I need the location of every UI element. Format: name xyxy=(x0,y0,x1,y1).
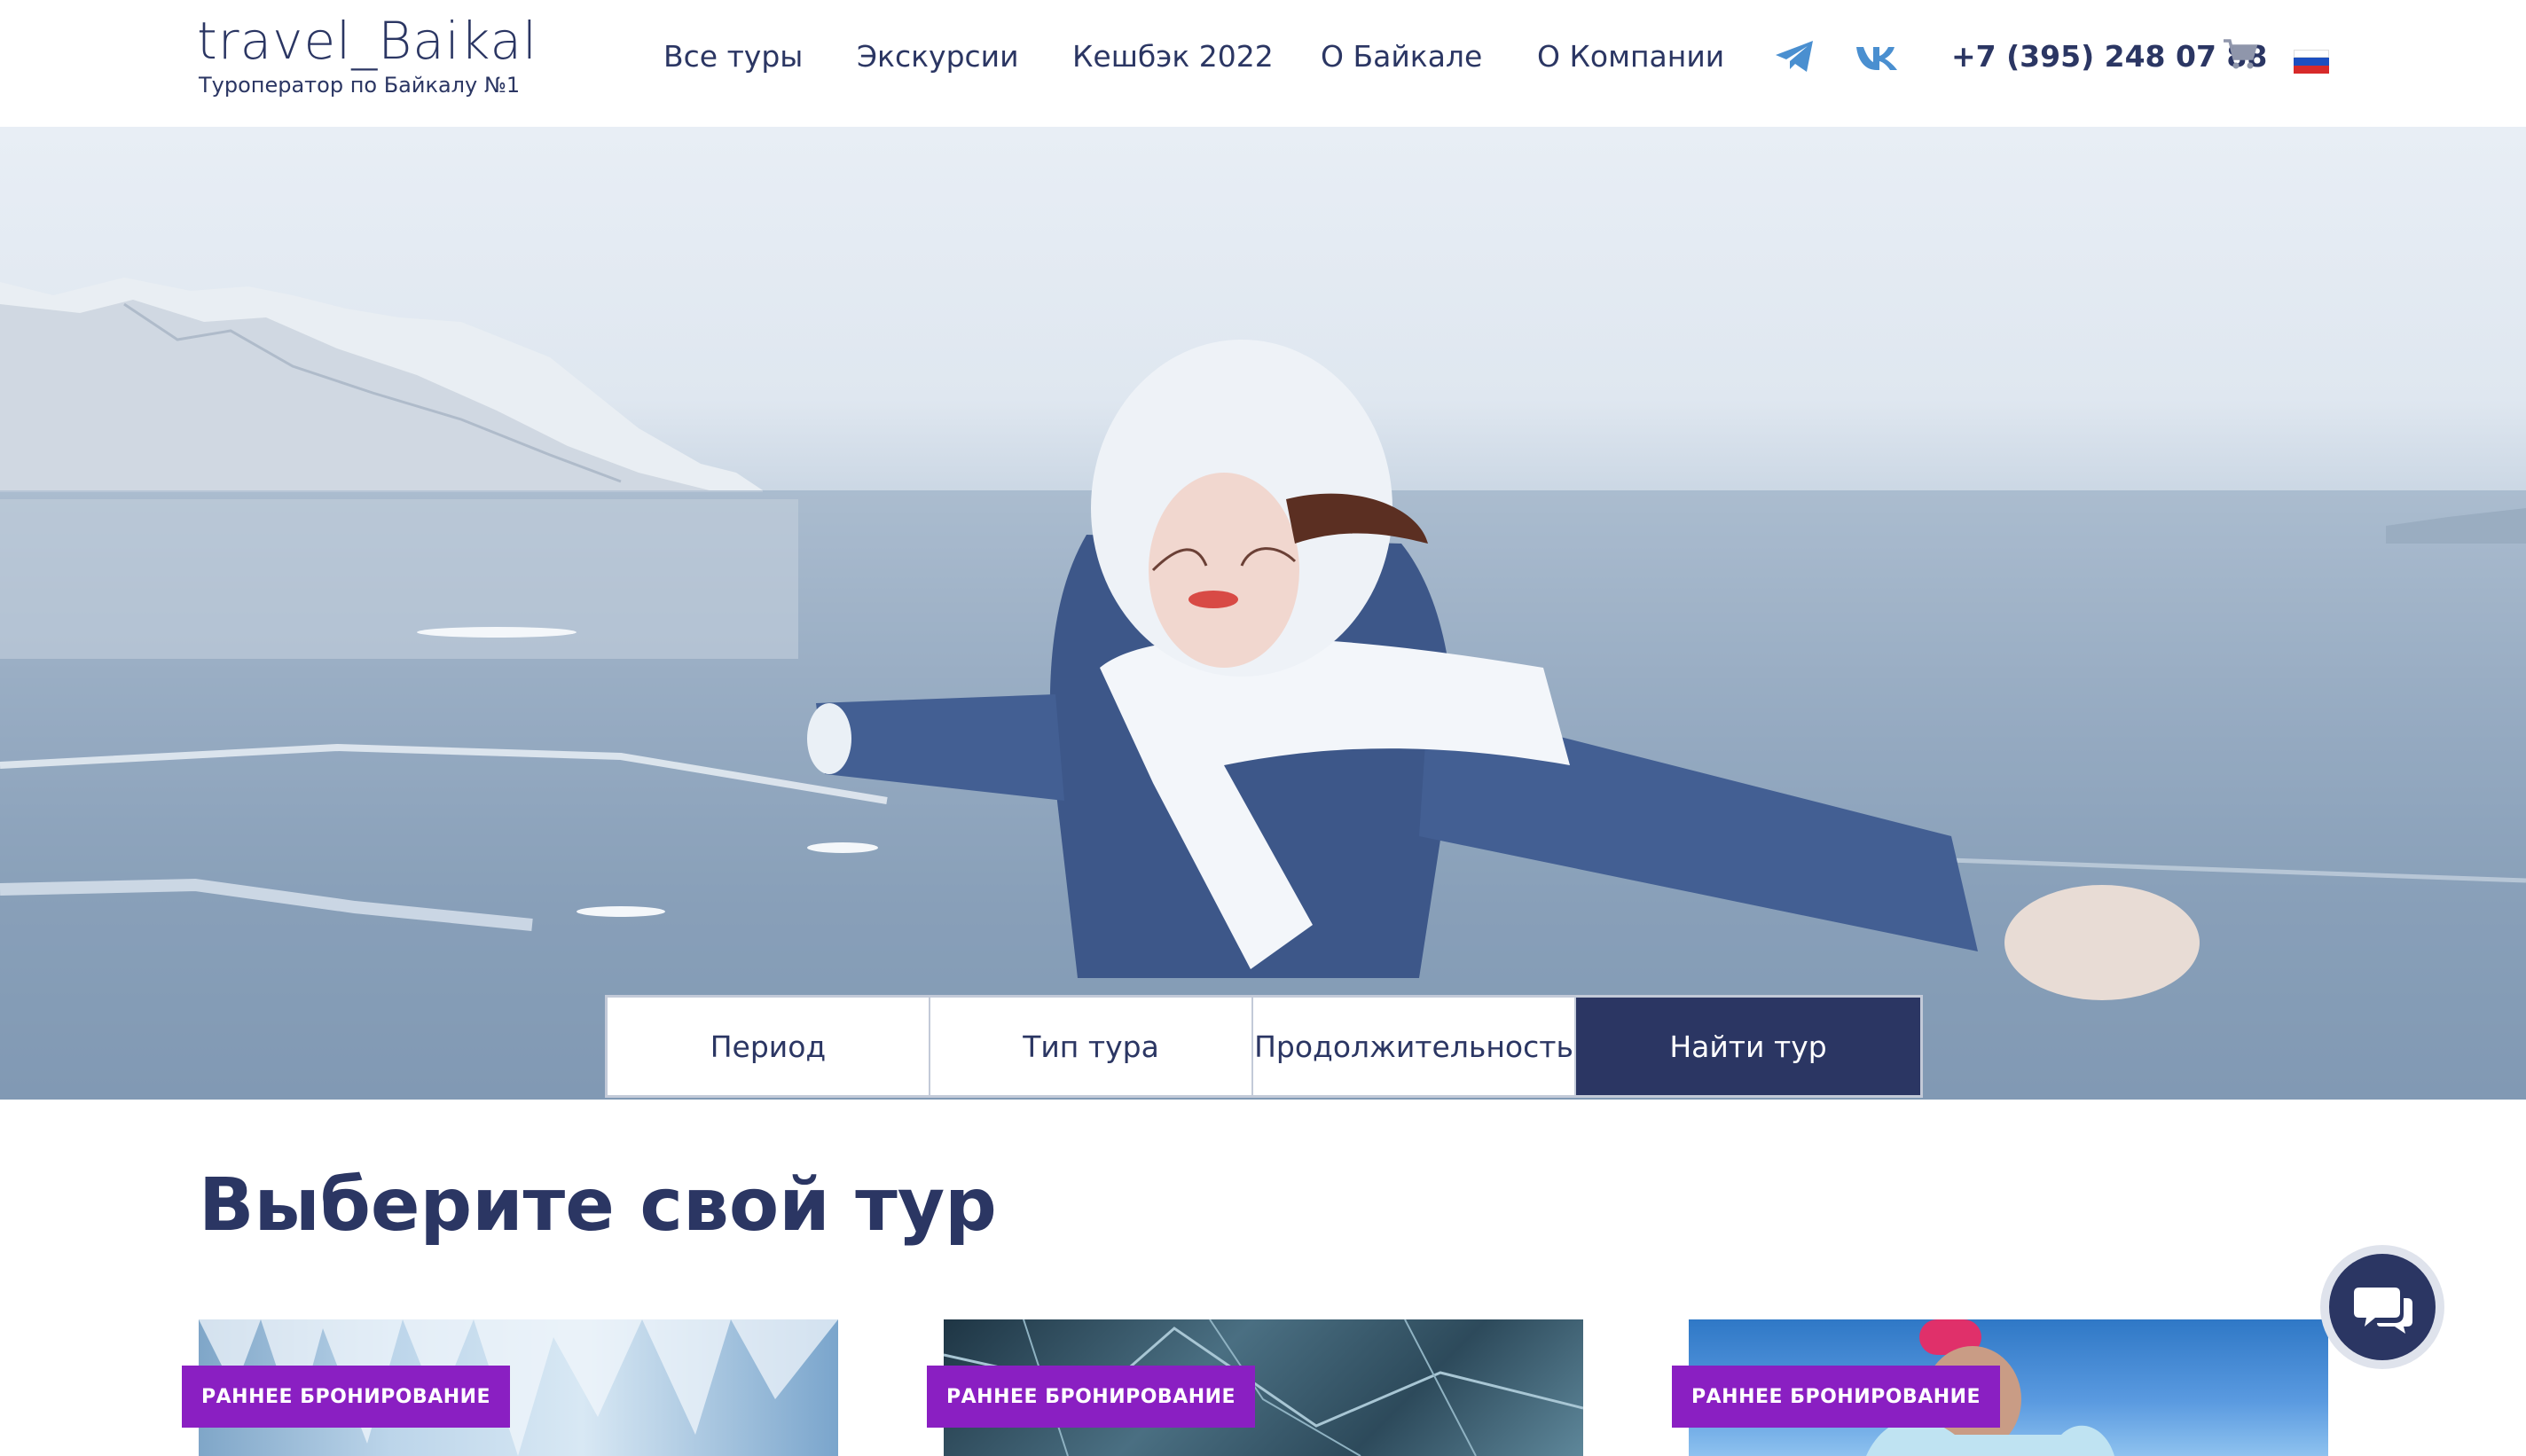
russia-flag-icon[interactable] xyxy=(2294,50,2329,74)
find-tour-button[interactable]: Найти тур xyxy=(1576,998,1920,1095)
logo[interactable]: travel_Baikal xyxy=(197,11,537,71)
duration-select[interactable]: Продолжительность xyxy=(1253,998,1576,1095)
vk-icon[interactable] xyxy=(1855,44,1900,71)
phone-number[interactable]: +7 (395) 248 07 88 xyxy=(1951,39,2267,74)
nav-about-baikal[interactable]: О Байкале xyxy=(1321,39,1482,83)
telegram-icon[interactable] xyxy=(1774,39,1816,74)
hero-banner xyxy=(0,127,2526,1100)
tour-type-select[interactable]: Тип тура xyxy=(930,998,1253,1095)
early-booking-badge: РАННЕЕ БРОНИРОВАНИЕ xyxy=(1672,1366,2001,1428)
nav-about-company[interactable]: О Компании xyxy=(1537,39,1724,83)
hero-image xyxy=(0,278,2526,1100)
chat-button-circle[interactable] xyxy=(2329,1254,2436,1360)
nav-all-tours[interactable]: Все туры xyxy=(663,39,803,83)
site-header: travel_Baikal Туроператор по Байкалу №1 … xyxy=(0,0,2526,127)
chat-icon xyxy=(2354,1288,2412,1334)
nav-cashback[interactable]: Кешбэк 2022 xyxy=(1072,39,1274,83)
logo-tagline: Туроператор по Байкалу №1 xyxy=(199,73,521,98)
early-booking-badge: РАННЕЕ БРОНИРОВАНИЕ xyxy=(182,1366,511,1428)
tour-search-bar: Период Тип тура Продолжительность Найти … xyxy=(605,995,1923,1098)
cart-icon[interactable] xyxy=(2222,37,2257,71)
nav-excursions[interactable]: Экскурсии xyxy=(857,39,1019,83)
chat-widget-button[interactable] xyxy=(2320,1245,2444,1369)
period-select[interactable]: Период xyxy=(608,998,930,1095)
early-booking-badge: РАННЕЕ БРОНИРОВАНИЕ xyxy=(927,1366,1256,1428)
section-title: Выберите свой тур xyxy=(199,1163,997,1248)
